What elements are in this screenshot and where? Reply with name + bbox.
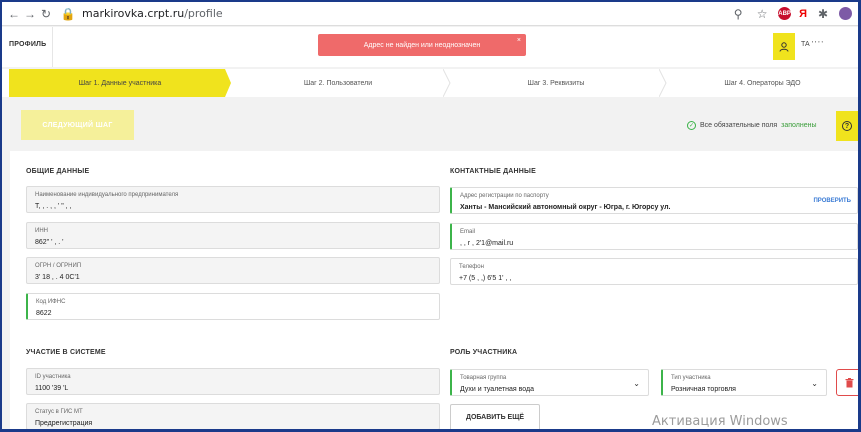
participant-type-select[interactable]: Тип участника Розничная торговля ⌄	[661, 369, 827, 396]
chevron-down-icon: ⌄	[633, 379, 640, 388]
alert-message: Адрес не найден или неоднозначен	[363, 41, 481, 49]
profile-avatar[interactable]	[839, 7, 852, 20]
browser-actions: ⚲ ☆ ABP Я ✱	[730, 7, 858, 21]
field-label: Наименование индивидуального предпринима…	[35, 192, 179, 198]
user-name[interactable]: ТА ' ' ' '	[801, 41, 823, 48]
field-label: Телефон	[459, 264, 484, 270]
role-section-title: РОЛЬ УЧАСТНИКА	[450, 349, 518, 356]
chevron-down-icon: ⌄	[811, 379, 818, 388]
zoom-icon[interactable]: ⚲	[730, 7, 746, 21]
step-1[interactable]: Шаг 1. Данные участника	[9, 69, 231, 97]
field-label: Код ИФНС	[36, 299, 66, 305]
required-status: ✓ Все обязательные поля заполнены	[687, 121, 817, 130]
field-value: 8622	[36, 310, 52, 317]
required-text: Все обязательные поля	[700, 122, 778, 129]
step-4[interactable]: Шаг 4. Операторы ЭДО	[667, 69, 858, 97]
participant-id-field[interactable]: ID участника 1100 '39 'L	[26, 368, 440, 395]
trash-icon	[845, 377, 853, 387]
profile-form: ОБЩИЕ ДАННЫЕ КОНТАКТНЫЕ ДАННЫЕ Наименова…	[10, 151, 858, 429]
system-section-title: УЧАСТИЕ В СИСТЕМЕ	[26, 349, 106, 356]
ifns-code-field[interactable]: Код ИФНС 8622	[26, 293, 440, 320]
field-value: , , r , 2'1@mail.ru	[460, 240, 514, 247]
required-link[interactable]: заполнены	[781, 122, 816, 129]
registration-address-field[interactable]: Адрес регистрации по паспорту Ханты - Ма…	[450, 187, 858, 214]
field-label: Статус в ГИС МТ	[35, 409, 83, 415]
address-bar[interactable]: markirovka.crpt.ru/profile	[82, 7, 223, 20]
forward-icon[interactable]: →	[22, 7, 38, 21]
field-value: Предрегистрация	[35, 420, 93, 427]
step-2[interactable]: Шаг 2. Пользователи	[231, 69, 445, 97]
field-label: ИНН	[35, 228, 48, 234]
email-field[interactable]: Email , , r , 2'1@mail.ru	[450, 223, 858, 250]
reload-icon[interactable]: ↻	[38, 7, 54, 21]
field-label: Email	[460, 229, 476, 235]
help-icon: ?	[842, 121, 852, 131]
gis-status-field[interactable]: Статус в ГИС МТ Предрегистрация	[26, 403, 440, 429]
lock-icon[interactable]: 🔒	[60, 7, 76, 21]
step-3-label: Шаг 3. Реквизиты	[527, 79, 585, 87]
help-button[interactable]: ?	[836, 111, 858, 141]
add-more-button[interactable]: ДОБАВИТЬ ЕЩЁ	[450, 404, 540, 429]
star-icon[interactable]: ☆	[754, 7, 770, 21]
contacts-section-title: КОНТАКТНЫЕ ДАННЫЕ	[450, 168, 536, 175]
step-3[interactable]: Шаг 3. Реквизиты	[451, 69, 661, 97]
step-separator	[659, 69, 667, 97]
step-4-label: Шаг 4. Операторы ЭДО	[724, 79, 801, 87]
delete-role-button[interactable]	[836, 369, 858, 396]
wizard-steps: Шаг 1. Данные участника Шаг 2. Пользоват…	[2, 69, 858, 97]
field-value: +7 (5 , ,) 6'5 1' , ,	[459, 275, 512, 282]
field-value: 1100 '39 'L	[35, 385, 69, 392]
puzzle-icon[interactable]: ✱	[815, 7, 831, 21]
step-2-label: Шаг 2. Пользователи	[303, 79, 373, 87]
next-step-button[interactable]: СЛЕДУЮЩИЙ ШАГ	[21, 110, 134, 140]
inn-field[interactable]: ИНН 862" ' , . '	[26, 222, 440, 249]
product-group-select[interactable]: Товарная группа Духи и туалетная вода ⌄	[450, 369, 649, 396]
step-separator	[443, 69, 451, 97]
app-header: ПРОФИЛЬ Адрес не найден или неоднозначен…	[2, 27, 858, 67]
url-host: markirovka.crpt.ru	[82, 7, 185, 20]
field-value: 862" ' , . '	[35, 239, 64, 246]
field-label: Адрес регистрации по паспорту	[460, 193, 549, 199]
error-alert: Адрес не найден или неоднозначен ×	[318, 34, 526, 56]
field-label: Товарная группа	[460, 375, 507, 381]
yandex-icon[interactable]: Я	[799, 8, 807, 20]
field-value: Ханты - Мансийский автономный округ - Юг…	[460, 204, 671, 211]
url-path: /profile	[184, 7, 223, 20]
phone-field[interactable]: Телефон +7 (5 , ,) 6'5 1' , ,	[450, 258, 858, 285]
check-circle-icon: ✓	[687, 121, 696, 130]
back-icon[interactable]: ←	[6, 7, 22, 21]
field-value: Розничная торговля	[671, 386, 736, 393]
screen: ← → ↻ 🔒 markirovka.crpt.ru/profile ⚲ ☆ A…	[2, 2, 858, 429]
ogrn-field[interactable]: ОГРН / ОГРНИП 3' 18 , . 4 0С'1	[26, 257, 440, 284]
windows-activation-watermark: Активация Windows	[652, 414, 788, 429]
check-address-button[interactable]: ПРОВЕРИТЬ	[813, 198, 851, 204]
field-value: 3' 18 , . 4 0С'1	[35, 274, 80, 281]
field-value: Духи и туалетная вода	[460, 386, 535, 393]
adblock-icon[interactable]: ABP	[778, 7, 792, 20]
alert-close-icon[interactable]: ×	[517, 37, 521, 44]
entrepreneur-name-field[interactable]: Наименование индивидуального предпринима…	[26, 186, 440, 213]
field-label: ОГРН / ОГРНИП	[35, 263, 82, 269]
field-label: ID участника	[35, 374, 71, 380]
general-section-title: ОБЩИЕ ДАННЫЕ	[26, 168, 90, 175]
header-divider	[52, 27, 53, 67]
user-icon[interactable]	[773, 33, 795, 60]
page-title: ПРОФИЛЬ	[9, 41, 47, 48]
field-value: Т, , . , , ' " , ,	[35, 203, 72, 210]
step-1-label: Шаг 1. Данные участника	[78, 79, 162, 87]
field-label: Тип участника	[671, 375, 711, 381]
browser-toolbar: ← → ↻ 🔒 markirovka.crpt.ru/profile ⚲ ☆ A…	[2, 2, 858, 26]
